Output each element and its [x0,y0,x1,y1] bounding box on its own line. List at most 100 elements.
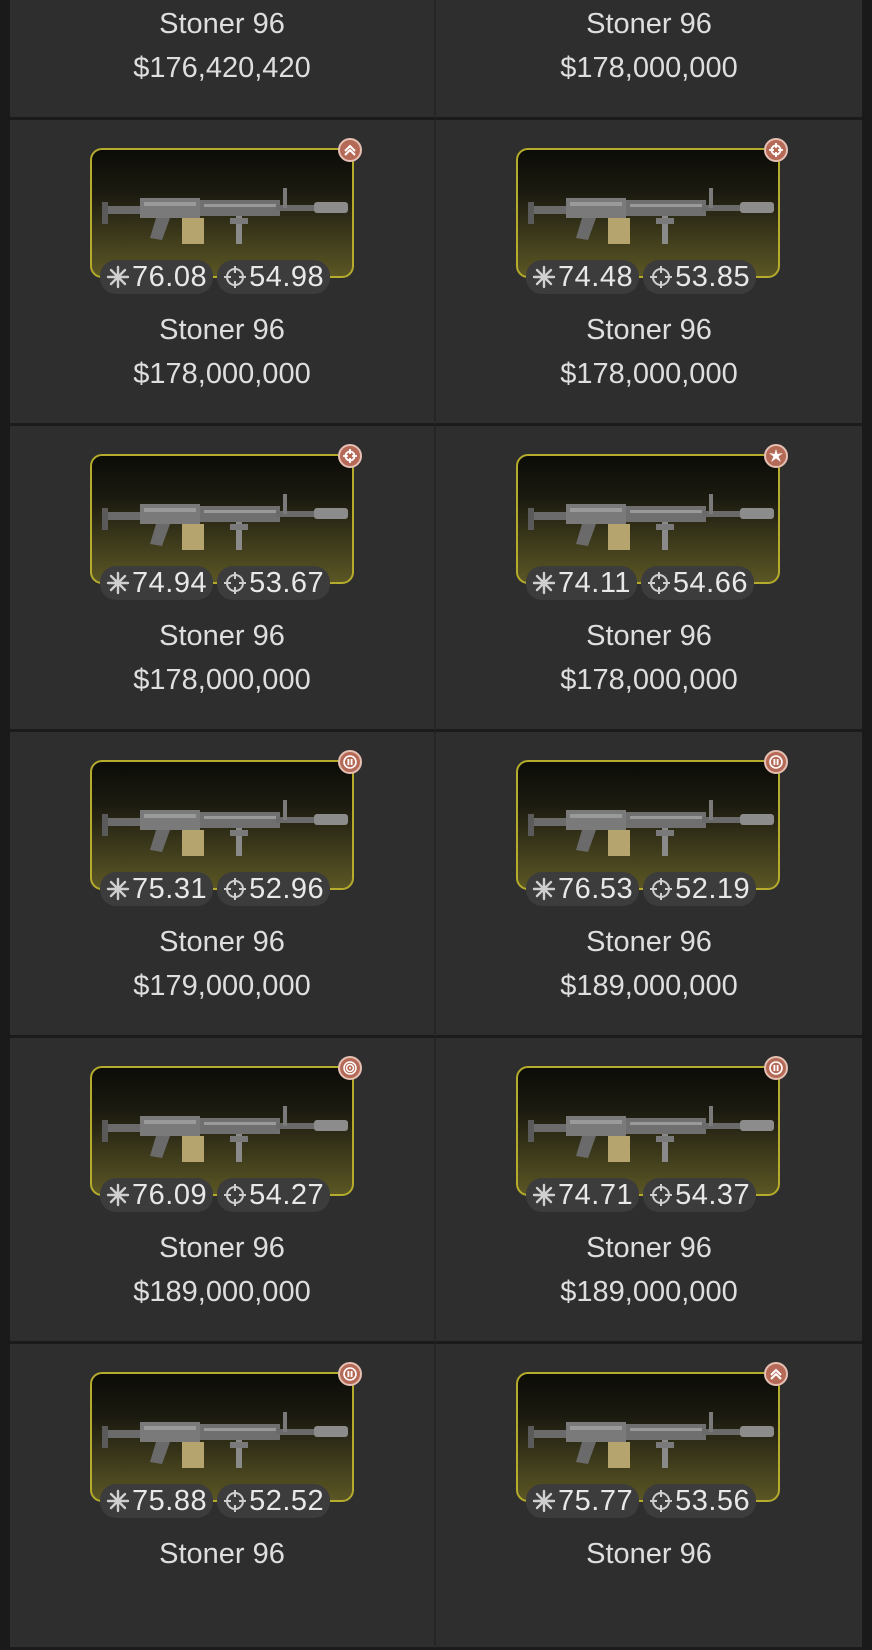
accuracy-icon [224,1184,247,1206]
item-price: $178,000,000 [133,664,311,696]
weapon-image [102,1106,348,1162]
accuracy-stat: 52.96 [217,872,331,906]
listing-item[interactable]: 76.09 54.27 Stoner 96 $189,000,000 [10,1038,436,1344]
accuracy-value: 54.37 [675,1179,751,1211]
weapon-image [528,494,774,550]
item-name: Stoner 96 [586,8,712,40]
damage-icon [532,571,556,595]
accuracy-icon [650,878,673,900]
listing-item[interactable]: Stoner 96 $176,420,420 [10,0,436,120]
pause-icon [764,750,788,774]
listing-item[interactable]: 75.31 52.96 Stoner 96 $179,000,000 [10,732,436,1038]
item-price: $178,000,000 [133,358,311,390]
accuracy-icon [650,1184,673,1206]
weapon-stats: 74.94 53.67 [100,566,331,600]
item-price: $176,420,420 [133,52,311,84]
damage-icon [106,265,130,289]
damage-value: 76.08 [132,261,208,293]
burst-icon [764,444,788,468]
weapon-stats: 75.77 53.56 [526,1484,757,1518]
listing-item[interactable]: 74.48 53.85 Stoner 96 $178,000,000 [436,120,862,426]
weapon-card[interactable]: 76.53 52.19 [516,750,788,906]
accuracy-value: 52.19 [675,873,751,905]
weapon-card[interactable]: 74.11 54.66 [516,444,788,600]
listing-item[interactable]: 74.94 53.67 Stoner 96 $178,000,000 [10,426,436,732]
listing-item[interactable]: 75.77 53.56 Stoner 96 [436,1344,862,1650]
listing-item[interactable]: Stoner 96 $178,000,000 [436,0,862,120]
item-name: Stoner 96 [159,926,285,958]
damage-stat: 74.48 [526,260,640,294]
damage-stat: 76.09 [100,1178,214,1212]
listing-item[interactable]: 76.08 54.98 Stoner 96 $178,000,000 [10,120,436,426]
pause-icon [338,750,362,774]
weapon-stats: 76.09 54.27 [100,1178,331,1212]
crosshair-icon [338,444,362,468]
listing-item[interactable]: 75.88 52.52 Stoner 96 [10,1344,436,1650]
damage-stat: 74.11 [526,566,637,600]
chevron-up-icon [338,138,362,162]
weapon-stats: 75.31 52.96 [100,872,331,906]
accuracy-stat: 52.52 [217,1484,331,1518]
accuracy-value: 53.85 [675,261,751,293]
weapon-card[interactable]: 75.88 52.52 [90,1362,362,1518]
weapon-image [528,800,774,856]
accuracy-value: 54.98 [249,261,325,293]
damage-value: 74.71 [558,1179,634,1211]
damage-icon [106,1489,130,1513]
item-price: $189,000,000 [133,1276,311,1308]
damage-icon [532,877,556,901]
accuracy-stat: 54.98 [217,260,331,294]
weapon-image [102,494,348,550]
damage-stat: 75.31 [100,872,214,906]
accuracy-value: 52.96 [249,873,325,905]
accuracy-stat: 54.27 [217,1178,331,1212]
item-name: Stoner 96 [159,1538,285,1570]
accuracy-value: 54.66 [672,567,748,599]
item-price: $189,000,000 [560,970,738,1002]
chevron-up-icon [764,1362,788,1386]
weapon-stats: 75.88 52.52 [100,1484,331,1518]
weapon-card[interactable]: 74.94 53.67 [90,444,362,600]
item-name: Stoner 96 [586,1232,712,1264]
accuracy-value: 52.52 [249,1485,325,1517]
accuracy-icon [647,572,670,594]
damage-stat: 75.88 [100,1484,214,1518]
accuracy-value: 54.27 [249,1179,325,1211]
weapon-stats: 74.48 53.85 [526,260,757,294]
weapon-image [528,188,774,244]
weapon-image [528,1412,774,1468]
accuracy-stat: 52.19 [643,872,757,906]
accuracy-icon [650,266,673,288]
listing-grid: Stoner 96 $176,420,420 Stoner 96 $178,000,… [10,0,862,1650]
damage-value: 76.53 [558,873,634,905]
damage-icon [532,1183,556,1207]
weapon-card[interactable]: 75.77 53.56 [516,1362,788,1518]
weapon-stats: 76.53 52.19 [526,872,757,906]
weapon-stats: 74.71 54.37 [526,1178,757,1212]
accuracy-icon [650,1490,673,1512]
weapon-card[interactable]: 75.31 52.96 [90,750,362,906]
weapon-card[interactable]: 76.09 54.27 [90,1056,362,1212]
weapon-card[interactable]: 74.48 53.85 [516,138,788,294]
damage-icon [532,265,556,289]
item-name: Stoner 96 [159,620,285,652]
damage-value: 76.09 [132,1179,208,1211]
item-price: $178,000,000 [560,358,738,390]
pause-icon [338,1362,362,1386]
accuracy-stat: 53.67 [217,566,331,600]
damage-icon [106,1183,130,1207]
weapon-stats: 76.08 54.98 [100,260,331,294]
accuracy-value: 53.67 [249,567,325,599]
item-price: $179,000,000 [133,970,311,1002]
damage-stat: 74.71 [526,1178,640,1212]
crosshair-icon [764,138,788,162]
listing-item[interactable]: 74.71 54.37 Stoner 96 $189,000,000 [436,1038,862,1344]
listing-item[interactable]: 74.11 54.66 Stoner 96 $178,000,000 [436,426,862,732]
listing-item[interactable]: 76.53 52.19 Stoner 96 $189,000,000 [436,732,862,1038]
weapon-card[interactable]: 74.71 54.37 [516,1056,788,1212]
damage-value: 75.77 [558,1485,634,1517]
item-name: Stoner 96 [586,1538,712,1570]
weapon-image [102,188,348,244]
weapon-card[interactable]: 76.08 54.98 [90,138,362,294]
weapon-image [528,1106,774,1162]
